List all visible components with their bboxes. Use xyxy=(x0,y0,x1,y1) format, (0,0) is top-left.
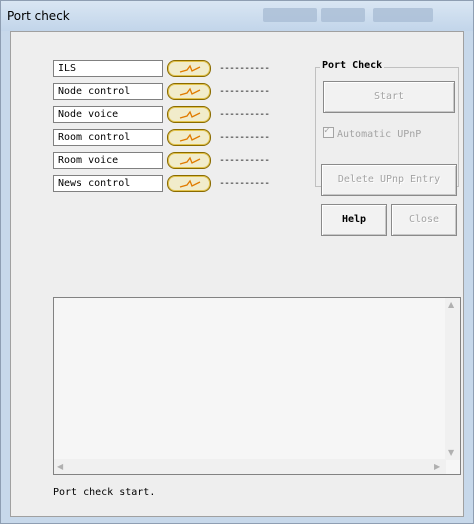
scroll-left-icon[interactable]: ◀ xyxy=(57,462,63,471)
status-text: Port check start. xyxy=(53,487,156,498)
port-status-indicator xyxy=(167,60,211,77)
port-label-node-control: Node control xyxy=(53,83,163,100)
horizontal-scrollbar[interactable]: ◀ ▶ xyxy=(54,459,446,474)
close-button[interactable]: Close xyxy=(391,204,457,236)
title-bar-blur xyxy=(321,8,365,22)
port-status-indicator xyxy=(167,152,211,169)
scroll-right-icon[interactable]: ▶ xyxy=(434,462,440,471)
log-textbox[interactable]: ▲ ▼ ◀ ▶ xyxy=(53,297,461,475)
signal-icon xyxy=(179,133,201,142)
port-status-indicator xyxy=(167,106,211,123)
port-status-text: ---------- xyxy=(219,63,270,74)
window-title: Port check xyxy=(7,9,70,23)
title-bar-blur xyxy=(263,8,317,22)
port-status-text: ---------- xyxy=(219,132,270,143)
port-label-node-voice: Node voice xyxy=(53,106,163,123)
checkbox-box: ✓ xyxy=(323,125,334,138)
port-label-room-voice: Room voice xyxy=(53,152,163,169)
port-label-news-control: News control xyxy=(53,175,163,192)
signal-icon xyxy=(179,156,201,165)
automatic-upnp-checkbox[interactable]: ✓ Automatic UPnP xyxy=(323,125,422,140)
signal-icon xyxy=(179,64,201,73)
port-status-indicator xyxy=(167,83,211,100)
title-bar-blur xyxy=(373,8,433,22)
start-button[interactable]: Start xyxy=(323,81,455,113)
automatic-upnp-label: Automatic UPnP xyxy=(337,129,422,140)
port-check-window: Port check ILS ---------- Node control -… xyxy=(0,0,474,524)
port-check-group-title: Port Check xyxy=(320,60,385,71)
scroll-up-icon[interactable]: ▲ xyxy=(448,300,454,309)
port-status-indicator xyxy=(167,129,211,146)
vertical-scrollbar[interactable]: ▲ ▼ xyxy=(445,298,460,460)
port-status-text: ---------- xyxy=(219,109,270,120)
title-bar[interactable]: Port check xyxy=(1,1,473,31)
port-status-text: ---------- xyxy=(219,155,270,166)
port-status-text: ---------- xyxy=(219,178,270,189)
signal-icon xyxy=(179,179,201,188)
port-label-ils: ILS xyxy=(53,60,163,77)
help-button[interactable]: Help xyxy=(321,204,387,236)
signal-icon xyxy=(179,87,201,96)
port-status-text: ---------- xyxy=(219,86,270,97)
port-label-room-control: Room control xyxy=(53,129,163,146)
dialog-client-area: ILS ---------- Node control ---------- N… xyxy=(10,31,464,517)
port-status-indicator xyxy=(167,175,211,192)
scroll-down-icon[interactable]: ▼ xyxy=(448,448,454,457)
check-mark-icon: ✓ xyxy=(324,125,331,136)
delete-upnp-entry-button[interactable]: Delete UPnp Entry xyxy=(321,164,457,196)
signal-icon xyxy=(179,110,201,119)
